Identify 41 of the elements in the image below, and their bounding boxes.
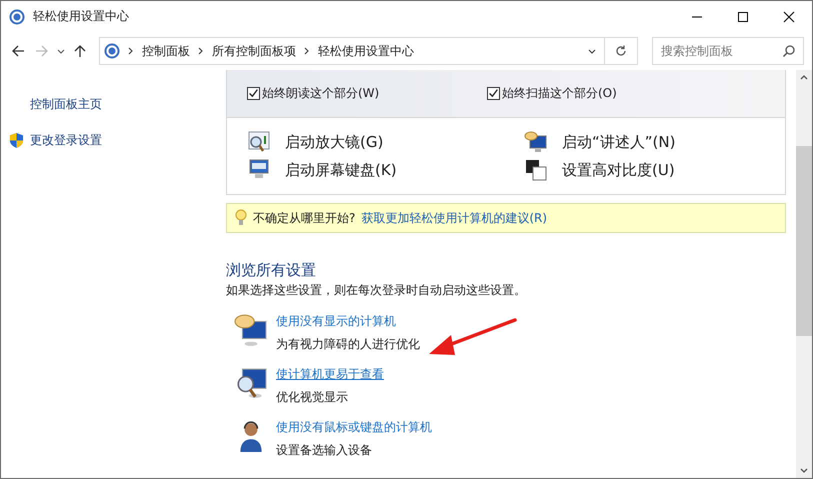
tool-link[interactable]: 启动“讲述人”(N) — [562, 132, 676, 152]
tool-link[interactable]: 启动屏幕键盘(K) — [285, 160, 397, 180]
window-title: 轻松使用设置中心 — [33, 8, 129, 25]
checkbox-label: 始终扫描这个部分(O) — [502, 85, 617, 102]
breadcrumb[interactable]: 控制面板 — [142, 42, 190, 60]
shield-icon — [9, 132, 24, 148]
checkbox[interactable] — [247, 87, 260, 100]
sidebar-link[interactable]: 控制面板主页 — [30, 96, 102, 112]
search-field[interactable]: 搜索控制面板 — [652, 37, 804, 65]
checkbox[interactable] — [487, 87, 500, 100]
magnifier-window-icon — [247, 130, 271, 154]
breadcrumb[interactable]: 所有控制面板项 — [212, 42, 296, 60]
setting-subtitle: 为有视力障碍的人进行优化 — [276, 336, 420, 353]
chevron-down-icon[interactable] — [57, 47, 65, 55]
scrollbar[interactable] — [796, 70, 812, 478]
lightbulb-icon — [235, 209, 247, 227]
tool-link[interactable]: 启动放大镜(G) — [285, 132, 384, 152]
setting-link[interactable]: 使计算机更易于查看 — [276, 366, 384, 383]
speech-monitor-icon — [524, 130, 548, 154]
checkbox-label: 始终朗读这个部分(W) — [262, 85, 380, 102]
sidebar-link[interactable]: 更改登录设置 — [30, 132, 102, 148]
tool-link[interactable]: 设置高对比度(U) — [562, 160, 675, 180]
chevron-right-icon — [304, 47, 310, 55]
contrast-squares-icon — [524, 158, 548, 182]
app-icon — [9, 8, 25, 24]
section-description: 如果选择这些设置，则在每次登录时自动启动这些设置。 — [226, 282, 527, 299]
setting-subtitle: 设置备选输入设备 — [276, 442, 373, 459]
breadcrumb[interactable]: 轻松使用设置中心 — [318, 42, 414, 60]
chevron-right-icon — [198, 47, 204, 55]
chevron-right-icon — [128, 47, 134, 55]
chevron-down-icon[interactable] — [588, 47, 596, 55]
control-panel-icon — [104, 43, 120, 59]
setting-subtitle: 优化视觉显示 — [276, 389, 349, 406]
section-heading: 浏览所有设置 — [226, 261, 317, 280]
tip-text: 不确定从哪里开始? — [253, 210, 356, 226]
speech-monitor-icon — [234, 313, 268, 347]
setting-link[interactable]: 使用没有鼠标或键盘的计算机 — [276, 419, 432, 436]
setting-link[interactable]: 使用没有显示的计算机 — [276, 313, 420, 330]
address-bar[interactable]: 控制面板 所有控制面板项 轻松使用设置中心 — [99, 37, 638, 65]
tip-link[interactable]: 获取更加轻松使用计算机的建议(R) — [361, 210, 548, 226]
scrollbar-thumb[interactable] — [796, 146, 812, 336]
